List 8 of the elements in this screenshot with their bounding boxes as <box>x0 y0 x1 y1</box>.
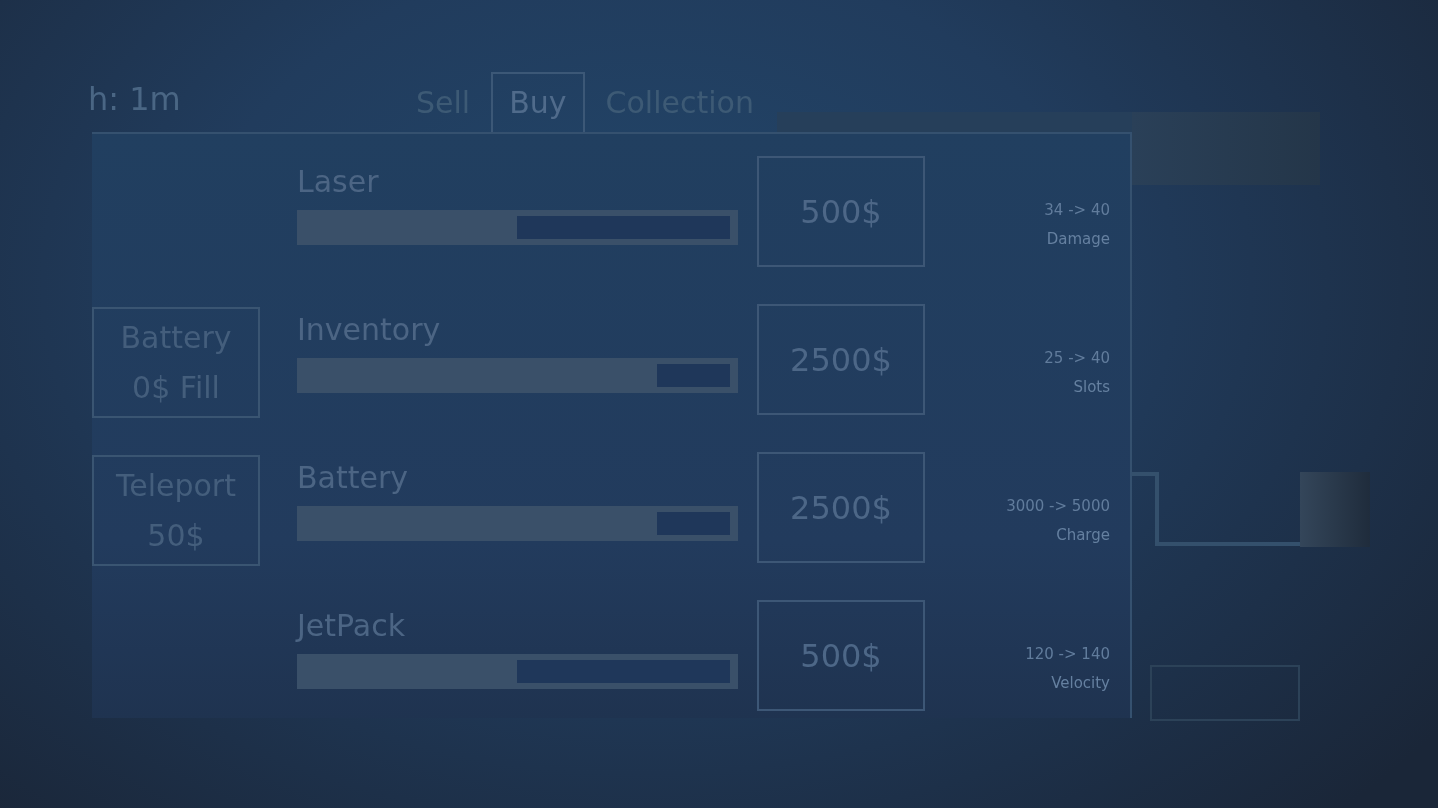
stat-label: Charge <box>1056 525 1110 546</box>
stat-label: Damage <box>1046 229 1110 250</box>
stat-label: Slots <box>1073 377 1110 398</box>
stat-change: 34 -> 40 <box>1044 200 1110 221</box>
stat-change: 25 -> 40 <box>1044 348 1110 369</box>
stat-change: 3000 -> 5000 <box>1006 496 1110 517</box>
stat-change: 120 -> 140 <box>1025 644 1110 665</box>
stat-label: Velocity <box>1051 673 1110 694</box>
